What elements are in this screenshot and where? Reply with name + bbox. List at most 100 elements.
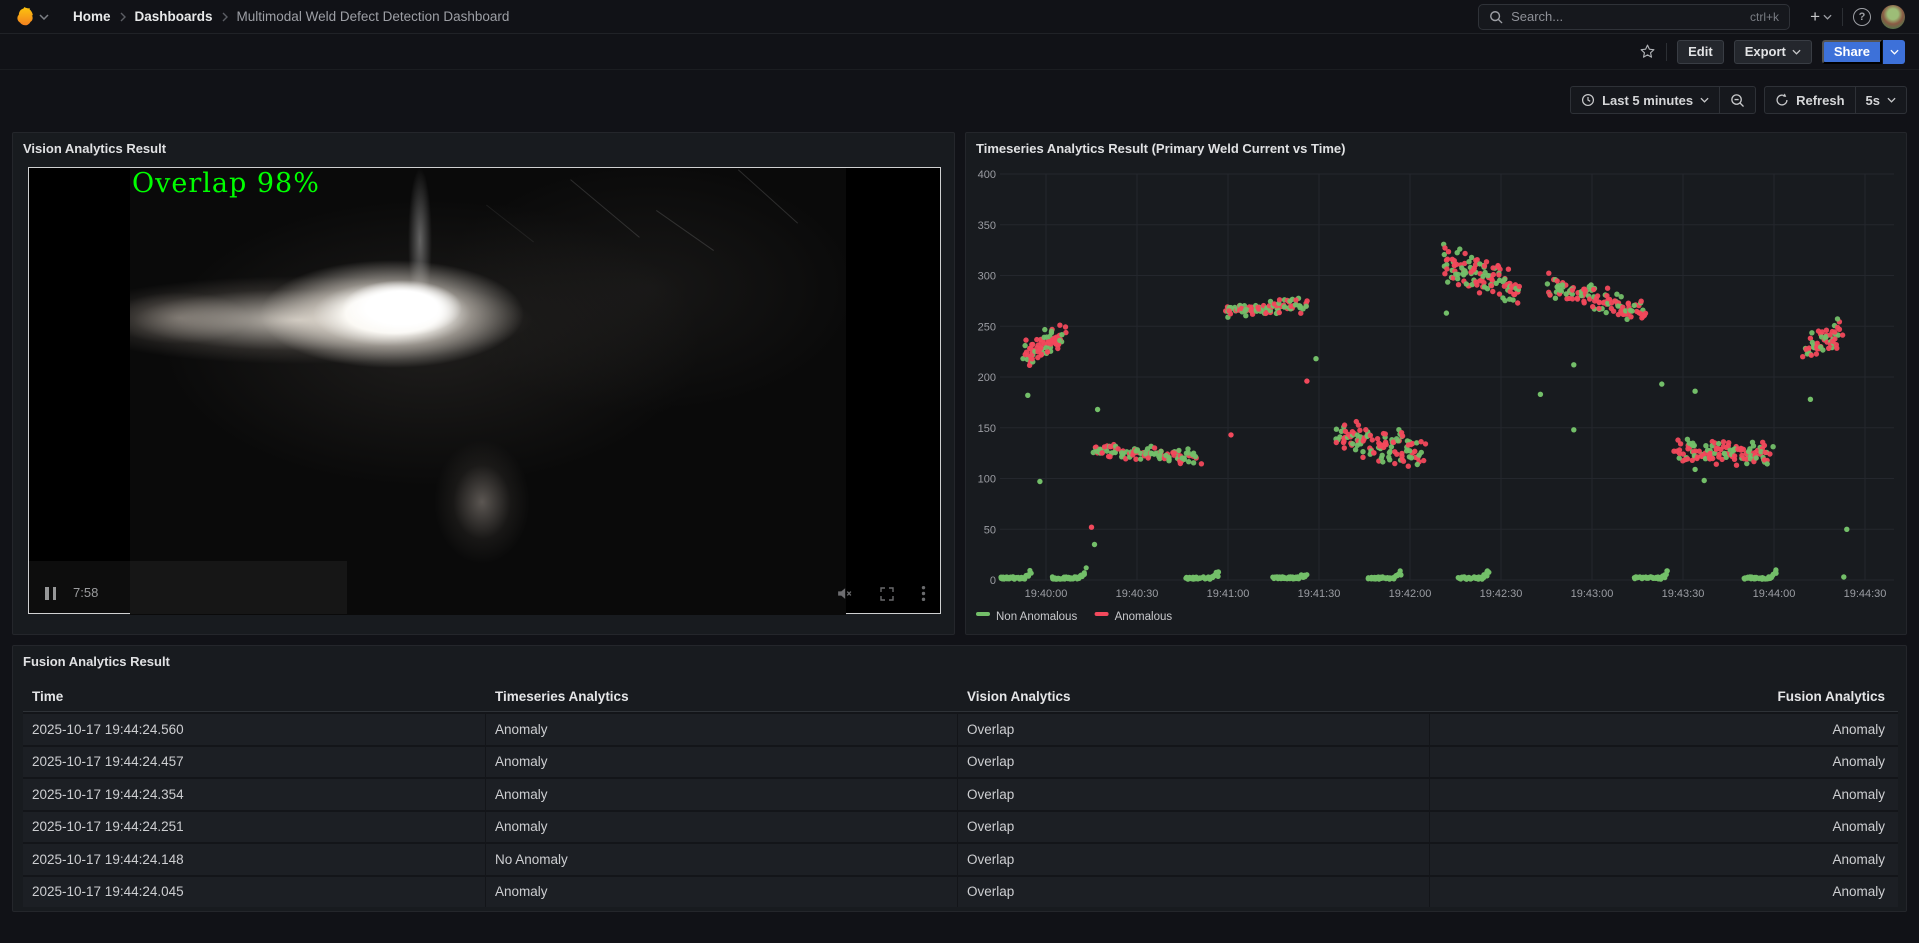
search-icon bbox=[1489, 10, 1503, 24]
table-row: 2025-10-17 19:44:24.045AnomalyOverlapAno… bbox=[23, 875, 1898, 908]
zoom-out-button[interactable] bbox=[1719, 87, 1755, 113]
add-button[interactable]: + bbox=[1810, 7, 1832, 27]
column-header-timeseries-analytics[interactable]: Timeseries Analytics bbox=[486, 682, 958, 711]
pause-button[interactable] bbox=[45, 587, 56, 600]
fusion-analytics-panel: Fusion Analytics Result TimeTimeseries A… bbox=[12, 645, 1907, 912]
table-cell: Overlap bbox=[958, 844, 1430, 875]
fullscreen-icon[interactable] bbox=[879, 586, 895, 602]
table-cell: Overlap bbox=[958, 747, 1430, 778]
zoom-out-icon bbox=[1730, 93, 1745, 108]
table-cell: Overlap bbox=[958, 812, 1430, 843]
export-button[interactable]: Export bbox=[1734, 40, 1812, 64]
column-header-fusion-analytics[interactable]: Fusion Analytics bbox=[1430, 682, 1898, 711]
table-cell: 2025-10-17 19:44:24.560 bbox=[23, 714, 486, 745]
table-cell: Anomaly bbox=[1430, 747, 1898, 778]
dashboard-toolbar: Edit Export Share bbox=[0, 34, 1919, 70]
divider bbox=[1666, 43, 1667, 61]
y-tick-label: 400 bbox=[978, 169, 996, 181]
column-header-vision-analytics[interactable]: Vision Analytics bbox=[958, 682, 1430, 711]
help-button[interactable]: ? bbox=[1853, 8, 1871, 26]
search-input[interactable]: Search... ctrl+k bbox=[1478, 4, 1790, 30]
y-tick-label: 300 bbox=[978, 271, 996, 283]
clock-icon bbox=[1581, 93, 1595, 107]
refresh-interval-dropdown[interactable]: 5s bbox=[1855, 87, 1906, 113]
nav-expand-chevron-icon[interactable] bbox=[39, 14, 49, 20]
x-tick-label: 19:42:00 bbox=[1389, 588, 1432, 600]
table-cell: Overlap bbox=[958, 877, 1430, 908]
breadcrumb-item: Multimodal Weld Defect Detection Dashboa… bbox=[237, 9, 510, 24]
mute-icon[interactable] bbox=[836, 585, 853, 602]
edit-button[interactable]: Edit bbox=[1677, 40, 1724, 64]
y-tick-label: 50 bbox=[984, 524, 996, 536]
breadcrumb-item[interactable]: Dashboards bbox=[135, 9, 213, 24]
legend-swatch bbox=[976, 612, 990, 616]
star-icon[interactable] bbox=[1639, 43, 1656, 60]
table-cell: 2025-10-17 19:44:24.457 bbox=[23, 747, 486, 778]
chart-grid: 05010015020025030035040019:40:0019:40:30… bbox=[978, 169, 1894, 600]
breadcrumb: Home Dashboards Multimodal Weld Defect Det… bbox=[73, 9, 509, 24]
chevron-down-icon bbox=[1890, 49, 1899, 55]
column-header-time[interactable]: Time bbox=[23, 682, 486, 711]
table-row: 2025-10-17 19:44:24.354AnomalyOverlapAno… bbox=[23, 777, 1898, 810]
search-shortcut: ctrl+k bbox=[1750, 10, 1779, 24]
y-tick-label: 150 bbox=[978, 423, 996, 435]
timeseries-chart[interactable]: 05010015020025030035040019:40:0019:40:30… bbox=[974, 165, 1900, 630]
table-cell: Anomaly bbox=[1430, 844, 1898, 875]
refresh-icon bbox=[1775, 93, 1789, 107]
grafana-dashboard: Home Dashboards Multimodal Weld Defect Det… bbox=[0, 0, 1919, 943]
table-cell: Overlap bbox=[958, 714, 1430, 745]
table-cell: 2025-10-17 19:44:24.148 bbox=[23, 844, 486, 875]
breadcrumb-item[interactable]: Home bbox=[73, 9, 111, 24]
breadcrumb-separator-icon bbox=[120, 12, 126, 22]
breadcrumb-separator-icon bbox=[222, 12, 228, 22]
x-tick-label: 19:44:00 bbox=[1753, 588, 1796, 600]
time-controls: Last 5 minutes Refresh 5s bbox=[1570, 86, 1907, 114]
refresh-button[interactable]: Refresh bbox=[1765, 87, 1854, 113]
refresh-interval-label: 5s bbox=[1866, 93, 1880, 108]
timeseries-analytics-panel: Timeseries Analytics Result (Primary Wel… bbox=[965, 132, 1907, 635]
table-cell: Anomaly bbox=[486, 877, 958, 908]
export-label: Export bbox=[1745, 44, 1786, 59]
x-tick-label: 19:43:00 bbox=[1571, 588, 1614, 600]
video-timestamp: 7:58 bbox=[73, 585, 98, 600]
x-tick-label: 19:40:00 bbox=[1025, 588, 1068, 600]
time-range-picker[interactable]: Last 5 minutes bbox=[1571, 87, 1719, 113]
fusion-table: TimeTimeseries AnalyticsVision Analytics… bbox=[23, 682, 1898, 907]
table-cell: 2025-10-17 19:44:24.251 bbox=[23, 812, 486, 843]
table-row: 2025-10-17 19:44:24.251AnomalyOverlapAno… bbox=[23, 810, 1898, 843]
table-cell: Anomaly bbox=[1430, 812, 1898, 843]
share-button[interactable]: Share bbox=[1822, 40, 1882, 64]
x-tick-label: 19:44:30 bbox=[1844, 588, 1887, 600]
x-tick-label: 19:42:30 bbox=[1480, 588, 1523, 600]
table-cell: Anomaly bbox=[1430, 714, 1898, 745]
table-cell: Anomaly bbox=[1430, 877, 1898, 908]
plus-icon: + bbox=[1810, 7, 1820, 27]
legend-label: Non Anomalous bbox=[996, 611, 1077, 623]
chart-legend[interactable]: Non Anomalous Anomalous bbox=[976, 611, 1172, 623]
panel-title[interactable]: Timeseries Analytics Result (Primary Wel… bbox=[976, 141, 1345, 156]
time-range-label: Last 5 minutes bbox=[1602, 93, 1693, 108]
y-tick-label: 200 bbox=[978, 372, 996, 384]
legend-swatch bbox=[1095, 612, 1109, 616]
avatar[interactable] bbox=[1881, 5, 1905, 29]
chevron-down-icon bbox=[1792, 49, 1801, 55]
grafana-logo-icon[interactable] bbox=[14, 6, 35, 27]
table-cell: Anomaly bbox=[1430, 779, 1898, 810]
kebab-menu-icon[interactable] bbox=[921, 585, 926, 602]
x-tick-label: 19:41:30 bbox=[1298, 588, 1341, 600]
video-player[interactable]: Overlap 98% 7:58 bbox=[28, 167, 941, 614]
x-tick-label: 19:40:30 bbox=[1116, 588, 1159, 600]
table-cell: Anomaly bbox=[486, 812, 958, 843]
legend-label: Anomalous bbox=[1115, 611, 1173, 623]
y-tick-label: 100 bbox=[978, 474, 996, 486]
x-tick-label: 19:43:30 bbox=[1662, 588, 1705, 600]
table-row: 2025-10-17 19:44:24.560AnomalyOverlapAno… bbox=[23, 712, 1898, 745]
panel-title[interactable]: Vision Analytics Result bbox=[23, 141, 166, 156]
panel-title[interactable]: Fusion Analytics Result bbox=[23, 654, 170, 669]
share-dropdown-button[interactable] bbox=[1883, 40, 1905, 64]
overlap-overlay-text: Overlap 98% bbox=[132, 168, 320, 199]
table-row: 2025-10-17 19:44:24.148No AnomalyOverlap… bbox=[23, 842, 1898, 875]
table-cell: No Anomaly bbox=[486, 844, 958, 875]
y-tick-label: 250 bbox=[978, 321, 996, 333]
search-placeholder: Search... bbox=[1511, 9, 1742, 24]
